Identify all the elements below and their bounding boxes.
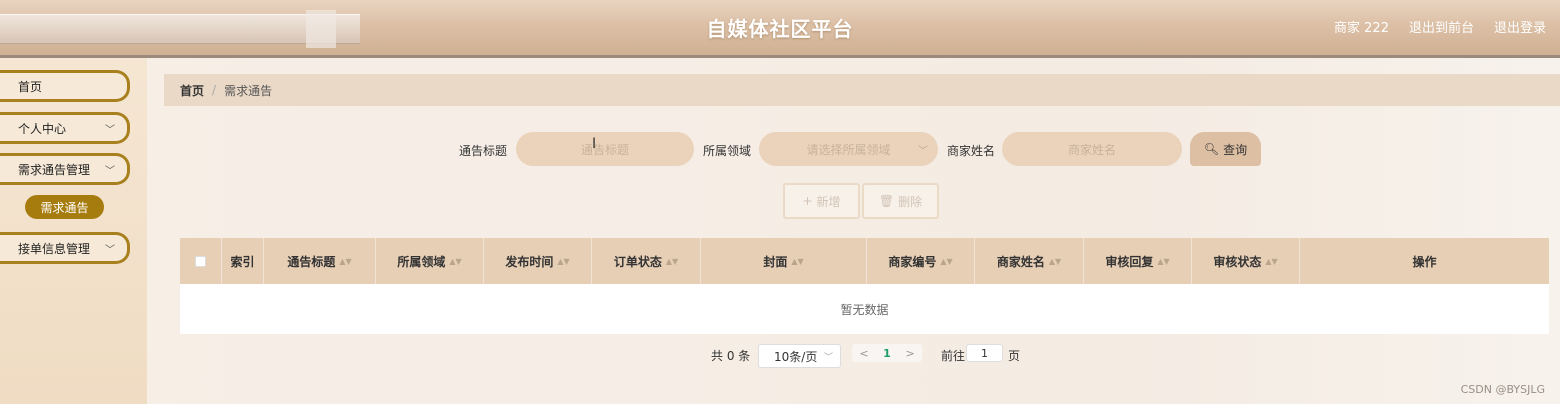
column-label: 商家编号 [888, 254, 937, 269]
chevron-down-icon: ﹀ [918, 145, 928, 157]
breadcrumb-home[interactable]: 首页 [180, 82, 204, 99]
title-search-input[interactable]: 通告标题 [516, 132, 694, 166]
next-page-icon[interactable]: > [905, 347, 914, 360]
column-header-publish-time[interactable]: 发布时间 ▲▼ [484, 238, 592, 284]
header-links: 商家 222 退出到前台 退出登录 [1334, 17, 1546, 36]
delete-button-label: 删除 [898, 194, 923, 209]
column-header-review-status[interactable]: 审核状态 ▲▼ [1192, 238, 1300, 284]
sidebar-item-demand-notice-management[interactable]: 需求通告管理 ﹀ [0, 153, 130, 185]
query-button[interactable]: 🔍︎ 查询 [1190, 132, 1261, 166]
search-icon: 🔍︎ [1203, 142, 1220, 156]
breadcrumb: 首页 / 需求通告 [164, 74, 1560, 106]
sidebar-item-label: 接单信息管理 [18, 241, 91, 256]
column-header-review-reply[interactable]: 审核回复 ▲▼ [1084, 238, 1192, 284]
title-search-placeholder: 通告标题 [580, 142, 629, 157]
query-button-label: 查询 [1223, 142, 1248, 157]
column-header-actions: 操作 [1300, 238, 1549, 284]
chevron-down-icon: ﹀ [823, 352, 833, 363]
column-label: 封面 [763, 254, 788, 269]
sort-icon[interactable]: ▲▼ [791, 257, 803, 266]
column-label: 审核回复 [1105, 254, 1154, 269]
sort-icon[interactable]: ▲▼ [1157, 257, 1169, 266]
column-header-merchant-id[interactable]: 商家编号 ▲▼ [867, 238, 975, 284]
user-name: 商家 222 [1334, 21, 1389, 36]
column-header-merchant-name[interactable]: 商家姓名 ▲▼ [975, 238, 1084, 284]
sidebar-item-home[interactable]: 首页 [0, 70, 130, 102]
column-label: 审核状态 [1213, 254, 1262, 269]
sort-icon[interactable]: ▲▼ [557, 257, 569, 266]
app-title: 自媒体社区平台 [706, 17, 854, 41]
sidebar-item-personal-center[interactable]: 个人中心 ﹀ [0, 112, 130, 144]
select-all-cell [180, 238, 222, 284]
column-label: 发布时间 [505, 254, 554, 269]
sort-icon[interactable]: ▲▼ [940, 257, 952, 266]
sort-icon[interactable]: ▲▼ [449, 257, 461, 266]
prev-page-icon[interactable]: < [859, 347, 868, 360]
logout-link[interactable]: 退出登录 [1494, 17, 1546, 36]
sidebar-item-label: 个人中心 [18, 121, 67, 136]
domain-select-placeholder: 请选择所属领域 [806, 142, 891, 157]
pagination-nav: < 1 > [852, 344, 922, 362]
title-filter-label: 通告标题 [459, 144, 508, 158]
breadcrumb-separator: / [212, 83, 217, 97]
breadcrumb-current: 需求通告 [224, 83, 273, 98]
chevron-down-icon: ﹀ [105, 244, 115, 256]
page-size-select[interactable]: 10条/页 ﹀ [758, 344, 841, 368]
add-button[interactable]: + 新增 [783, 183, 860, 219]
column-label: 操作 [1412, 254, 1437, 269]
column-header-domain[interactable]: 所属领域 ▲▼ [376, 238, 484, 284]
sidebar: 首页 个人中心 ﹀ 需求通告管理 ﹀ 需求通告 接单信息管理 ﹀ [0, 58, 147, 404]
page-number[interactable]: 1 [883, 347, 891, 360]
back-to-frontend-link[interactable]: 退出到前台 [1409, 17, 1474, 36]
column-header-cover[interactable]: 封面 ▲▼ [701, 238, 867, 284]
goto-suffix: 页 [1008, 349, 1021, 363]
domain-filter-label: 所属领域 [703, 144, 752, 158]
empty-state: 暂无数据 [840, 302, 889, 317]
table-header: 索引 通告标题 ▲▼ 所属领域 ▲▼ 发布时间 ▲▼ 订单状态 ▲▼ 封面 ▲▼… [180, 238, 1549, 284]
sort-icon[interactable]: ▲▼ [1265, 257, 1277, 266]
top-header: 自媒体社区平台 商家 222 退出到前台 退出登录 [0, 0, 1560, 58]
trash-icon: 🗑︎ [878, 194, 895, 208]
column-label: 商家姓名 [996, 254, 1045, 269]
sidebar-item-order-info-management[interactable]: 接单信息管理 ﹀ [0, 232, 130, 264]
column-label: 所属领域 [397, 254, 446, 269]
sort-icon[interactable]: ▲▼ [666, 257, 678, 266]
text-cursor-icon: I [592, 136, 597, 152]
merchant-search-placeholder: 商家姓名 [1067, 142, 1116, 157]
delete-button[interactable]: 🗑︎ 删除 [862, 183, 939, 219]
column-header-order-status[interactable]: 订单状态 ▲▼ [592, 238, 701, 284]
column-label: 订单状态 [613, 254, 662, 269]
chevron-down-icon: ﹀ [105, 124, 115, 136]
column-label: 索引 [230, 254, 255, 269]
select-all-checkbox[interactable] [195, 255, 206, 267]
column-header-index: 索引 [222, 238, 264, 284]
sidebar-subitem-demand-notice[interactable]: 需求通告 [25, 195, 104, 219]
merchant-filter-label: 商家姓名 [947, 144, 996, 158]
chevron-down-icon: ﹀ [105, 165, 115, 177]
plus-icon: + [802, 194, 813, 208]
add-button-label: 新增 [816, 194, 841, 209]
sidebar-item-label: 需求通告管理 [18, 162, 91, 177]
data-table: 索引 通告标题 ▲▼ 所属领域 ▲▼ 发布时间 ▲▼ 订单状态 ▲▼ 封面 ▲▼… [180, 238, 1549, 334]
sort-icon[interactable]: ▲▼ [339, 257, 351, 266]
page-size-value: 10条/页 [774, 349, 818, 364]
pagination-total: 共 0 条 [711, 349, 751, 363]
watermark: CSDN @BYSJLG [1460, 383, 1545, 396]
column-label: 通告标题 [287, 254, 336, 269]
goto-label: 前往 [941, 349, 966, 363]
sidebar-item-label: 首页 [18, 79, 43, 94]
sort-icon[interactable]: ▲▼ [1049, 257, 1061, 266]
goto-page-input[interactable]: 1 [966, 344, 1003, 362]
column-header-title[interactable]: 通告标题 ▲▼ [264, 238, 376, 284]
merchant-search-input[interactable]: 商家姓名 [1002, 132, 1182, 166]
domain-select[interactable]: 请选择所属领域 ﹀ [759, 132, 938, 166]
